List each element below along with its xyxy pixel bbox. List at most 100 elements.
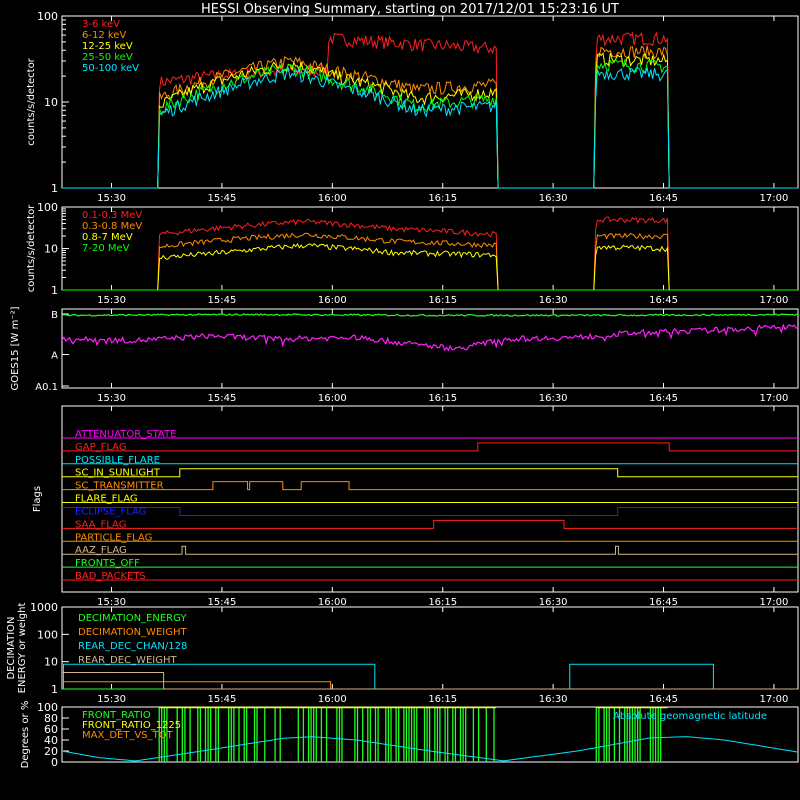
goes-y-axis-label: GOES15 [W m⁻²]	[10, 306, 21, 390]
flags-x-tick-label-1: 15:45	[208, 597, 237, 608]
lightcurves-low-x-tick-label-3: 16:15	[428, 193, 457, 204]
goes-x-tick-label-1: 15:45	[208, 393, 237, 404]
ratios-legend-latitude: Absolute geomagnetic latitude	[613, 711, 767, 722]
lightcurves-low-series-2	[62, 52, 798, 189]
flags-label-2: POSSIBLE_FLARE	[75, 455, 160, 466]
lightcurves-low-y-tick-label-1: 10	[44, 96, 58, 109]
lightcurves-high-legend-1: 0.3-0.8 MeV	[82, 221, 142, 232]
lightcurves-high-y-tick-label-1: 10	[44, 243, 58, 256]
figure-title: HESSI Observing Summary, starting on 201…	[201, 2, 619, 17]
flags-label-10: FRONTS_OFF	[75, 558, 140, 569]
goes-series-1	[61, 323, 799, 352]
flags-label-8: PARTICLE_FLAG	[75, 532, 152, 543]
lightcurves-high-series-1	[62, 232, 798, 291]
flags-label-1: GAP_FLAG	[75, 442, 127, 453]
goes-y-tick-label-1: A	[51, 351, 58, 362]
flags-label-5: FLARE_FLAG	[75, 494, 138, 505]
ratios-legend-2: MAX_DET_VS_TOT	[82, 730, 174, 741]
decimation-x-tick-label-5: 16:45	[649, 694, 678, 705]
lightcurves-high-legend-2: 0.8-7 MeV	[82, 232, 133, 243]
flags-x-tick-label-2: 16:00	[318, 597, 347, 608]
ratios-y-axis-label: Degrees or %	[20, 701, 31, 769]
lightcurves-high-x-tick-label-5: 16:45	[649, 295, 678, 306]
flags-x-tick-label-6: 17:00	[760, 597, 789, 608]
goes-y-tick-label-2: B	[51, 310, 58, 321]
flags-x-tick-label-3: 16:15	[428, 597, 457, 608]
decimation-x-tick-label-4: 16:30	[539, 694, 568, 705]
decimation-y-tick-label-2: 100	[37, 628, 58, 641]
flags-series-9	[62, 545, 798, 555]
decimation-y-axis-label-1: ENERGY or weight	[17, 603, 28, 694]
lightcurves-high-series-2	[62, 242, 798, 291]
decimation-x-tick-label-3: 16:15	[428, 694, 457, 705]
goes-frame	[61, 308, 799, 389]
lightcurves-low-series-1	[62, 45, 798, 189]
lightcurves-low-legend-1: 6-12 keV	[82, 30, 126, 41]
lightcurves-low-legend-3: 25-50 keV	[82, 52, 133, 63]
lightcurves-high-x-tick-label-3: 16:15	[428, 295, 457, 306]
decimation-x-tick-label-6: 17:00	[760, 694, 789, 705]
lightcurves-high-frame	[61, 206, 799, 291]
flags-label-4: SC_TRANSMITTER	[75, 481, 164, 492]
decimation-x-tick-label-1: 15:45	[208, 694, 237, 705]
goes-x-tick-label-6: 17:00	[760, 393, 789, 404]
decimation-y-axis-label-0: DECIMATION	[6, 616, 17, 679]
flags-y-axis-label: Flags	[32, 486, 43, 512]
goes-x-tick-label-4: 16:30	[539, 393, 568, 404]
decimation-x-tick-label-2: 16:00	[318, 694, 347, 705]
decimation-legend-2: REAR_DEC_CHAN/128	[78, 641, 187, 652]
ratios-series-front-ratio	[158, 707, 662, 762]
flags-series-6	[62, 507, 798, 516]
decimation-legend-1: DECIMATION_WEIGHT	[78, 627, 187, 638]
decimation-y-tick-label-0: 1	[51, 683, 58, 696]
lightcurves-low-legend-0: 3-6 keV	[82, 19, 120, 30]
lightcurves-low-y-tick-label-0: 1	[51, 182, 58, 195]
flags-x-tick-label-5: 16:45	[649, 597, 678, 608]
lightcurves-low-legend-4: 50-100 keV	[82, 63, 139, 74]
flags-label-7: SAA_FLAG	[75, 519, 126, 530]
goes-x-tick-label-2: 16:00	[318, 393, 347, 404]
decimation-x-tick-label-0: 15:30	[97, 694, 126, 705]
lightcurves-low-x-tick-label-4: 16:30	[539, 193, 568, 204]
flags-label-3: SC_IN_SUNLIGHT	[75, 468, 161, 479]
lightcurves-low-x-tick-label-1: 15:45	[208, 193, 237, 204]
lightcurves-low-series-4	[62, 65, 798, 189]
goes-x-tick-label-5: 16:45	[649, 393, 678, 404]
goes-y-tick-label-0: A0.1	[35, 382, 58, 393]
decimation-series-1	[62, 681, 798, 690]
lightcurves-high-y-tick-label-2: 100	[37, 201, 58, 214]
flags-label-9: AAZ_FLAG	[75, 545, 127, 556]
decimation-legend-0: DECIMATION_ENERGY	[78, 613, 187, 624]
lightcurves-high-x-tick-label-0: 15:30	[97, 295, 126, 306]
decimation-series-3	[62, 672, 798, 690]
lightcurves-low-x-tick-label-6: 17:00	[760, 193, 789, 204]
decimation-y-tick-label-1: 10	[44, 656, 58, 669]
flags-series-1	[62, 442, 798, 452]
decimation-series-2	[62, 663, 798, 690]
lightcurves-low-x-tick-label-5: 16:45	[649, 193, 678, 204]
lightcurves-high-legend-0: 0.1-0.3 MeV	[82, 210, 142, 221]
flags-series-4	[62, 481, 798, 491]
lightcurves-low-legend-2: 12-25 keV	[82, 41, 133, 52]
flags-x-tick-label-4: 16:30	[539, 597, 568, 608]
flags-label-6: ECLIPSE_FLAG	[75, 506, 146, 517]
lightcurves-high-y-tick-label-0: 1	[51, 284, 58, 297]
flags-series-7	[62, 519, 798, 529]
lightcurves-high-x-tick-label-1: 15:45	[208, 295, 237, 306]
lightcurves-low-y-axis-label: counts/s/detector	[26, 57, 37, 145]
lightcurves-low-y-tick-label-2: 100	[37, 10, 58, 23]
lightcurves-high-x-tick-label-2: 16:00	[318, 295, 347, 306]
goes-x-tick-label-0: 15:30	[97, 393, 126, 404]
lightcurves-high-y-axis-label: counts/s/detector	[26, 204, 37, 292]
flags-label-11: BAD_PACKETS	[75, 571, 146, 582]
decimation-legend-3: REAR_DEC_WEIGHT	[78, 655, 177, 666]
flags-label-0: ATTENUATOR_STATE	[75, 429, 176, 440]
flags-x-tick-label-0: 15:30	[97, 597, 126, 608]
lightcurves-low-x-tick-label-0: 15:30	[97, 193, 126, 204]
lightcurves-high-legend-3: 7-20 MeV	[82, 243, 130, 254]
observing-summary-figure: HESSI Observing Summary, starting on 201…	[6, 2, 799, 769]
goes-series-0	[61, 313, 799, 317]
goes-x-tick-label-3: 16:15	[428, 393, 457, 404]
lightcurves-low-x-tick-label-2: 16:00	[318, 193, 347, 204]
ratios-y-tick-label-5: 100	[37, 701, 58, 714]
